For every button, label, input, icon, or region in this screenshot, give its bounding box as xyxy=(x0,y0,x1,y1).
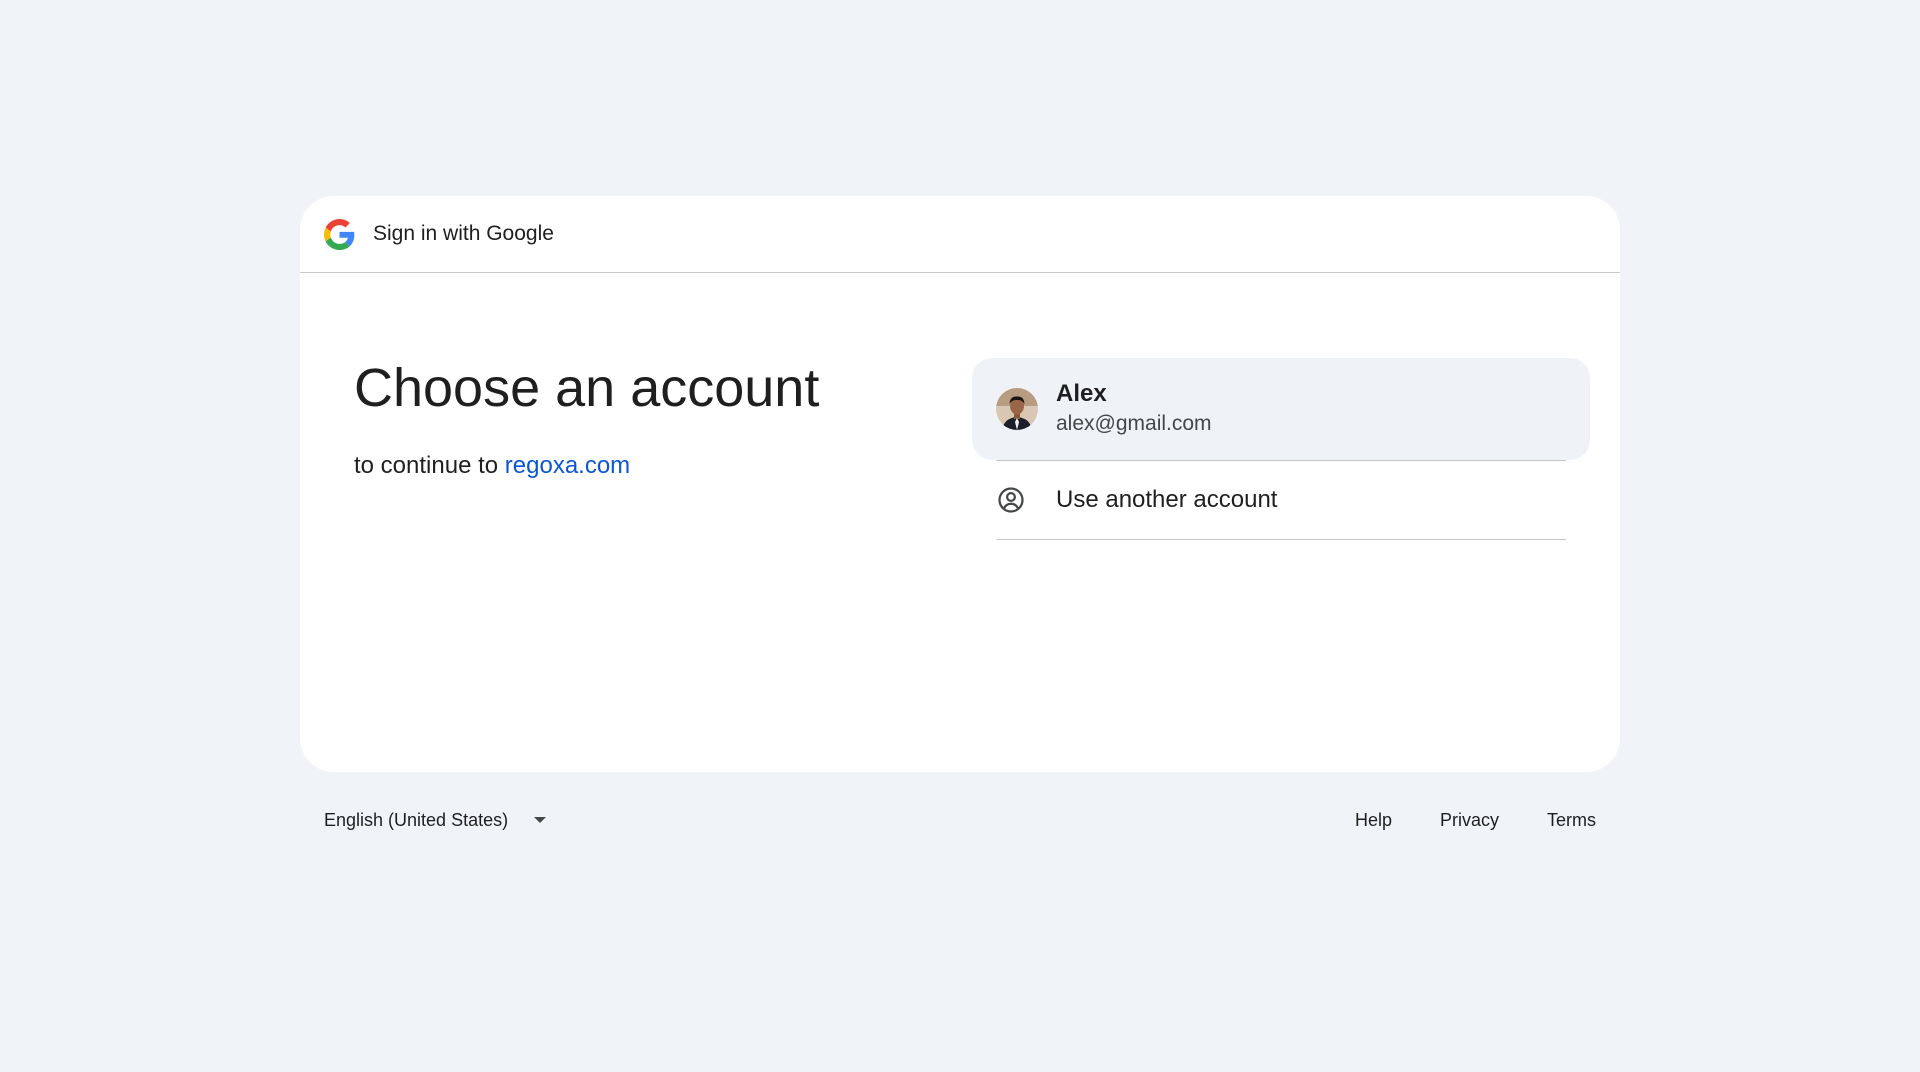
card-header: Sign in with Google xyxy=(300,196,1620,273)
use-another-account-button[interactable]: Use another account xyxy=(972,461,1590,539)
header-title: Sign in with Google xyxy=(373,222,554,245)
site-link[interactable]: regoxa.com xyxy=(505,452,630,479)
help-link[interactable]: Help xyxy=(1355,810,1392,831)
subtitle-prefix: to continue to xyxy=(354,452,499,479)
chevron-down-icon xyxy=(534,817,547,823)
language-selector[interactable]: English (United States) xyxy=(300,809,547,831)
account-item-alex[interactable]: Alex alex@gmail.com xyxy=(972,358,1590,460)
account-name: Alex xyxy=(1056,380,1107,407)
divider xyxy=(996,539,1566,540)
account-email: alex@gmail.com xyxy=(1056,412,1212,435)
account-text: Alex alex@gmail.com xyxy=(1056,379,1212,439)
google-g-icon xyxy=(324,218,355,250)
use-another-account-label: Use another account xyxy=(1056,486,1278,513)
subtitle: to continue to regoxa.com xyxy=(354,452,914,480)
account-list: Alex alex@gmail.com Use another account xyxy=(972,358,1590,540)
page-title: Choose an account xyxy=(354,358,820,418)
intro-pane: Choose an account to continue to regoxa.… xyxy=(354,358,914,480)
terms-link[interactable]: Terms xyxy=(1547,810,1596,831)
privacy-link[interactable]: Privacy xyxy=(1440,810,1499,831)
signin-card: Sign in with Google Choose an account to… xyxy=(300,196,1620,772)
footer-links: Help Privacy Terms xyxy=(1355,810,1620,831)
footer: English (United States) Help Privacy Ter… xyxy=(300,796,1620,844)
avatar xyxy=(996,388,1038,430)
account-circle-icon xyxy=(996,485,1026,515)
language-label: English (United States) xyxy=(324,809,509,830)
